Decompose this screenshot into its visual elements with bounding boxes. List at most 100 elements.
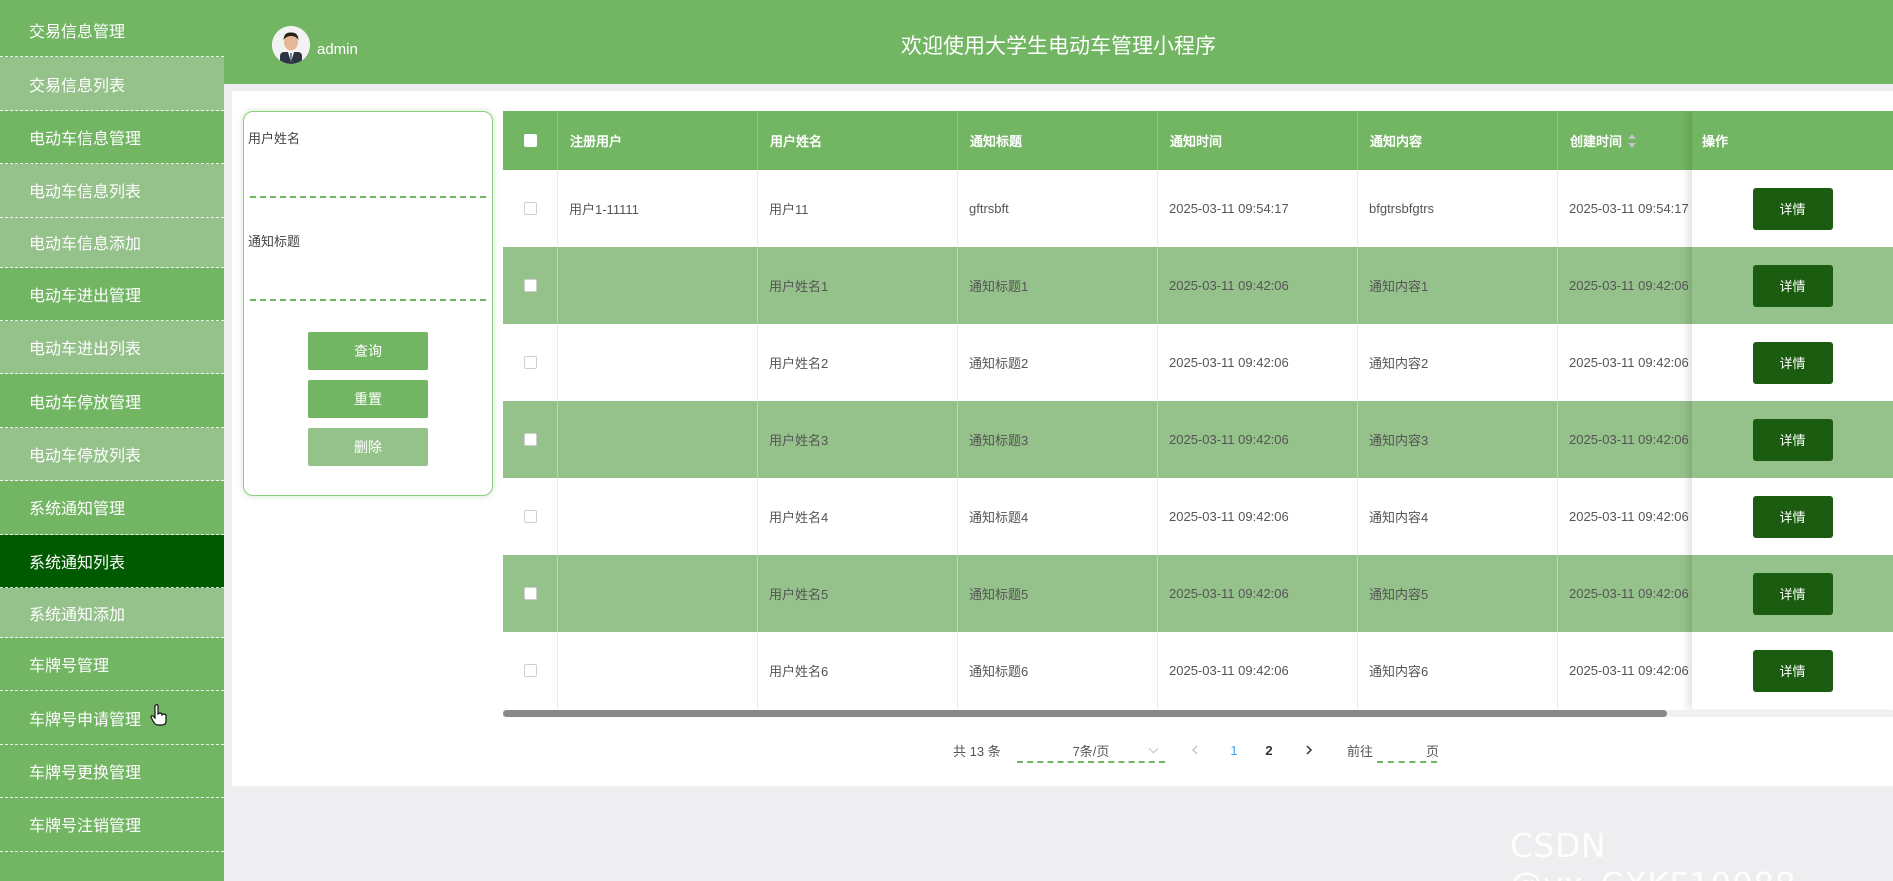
col-header-content: 通知内容	[1358, 111, 1558, 170]
reset-button[interactable]: 重置	[308, 380, 428, 418]
app-title: 欢迎使用大学生电动车管理小程序	[901, 34, 1216, 58]
sidebar-item-label: 车牌号更换管理	[29, 764, 142, 782]
table-row: 用户姓名1 通知标题1 2025-03-11 09:42:06 通知内容1 2025-0…	[503, 247, 1893, 324]
sidebar-item-2[interactable]: 电动车信息管理	[0, 110, 224, 165]
cell-content: 通知内容4	[1358, 478, 1558, 555]
prev-page-button[interactable]	[1183, 738, 1207, 762]
cell-user: 用户1-11111	[558, 170, 758, 247]
detail-button[interactable]: 详情	[1752, 572, 1833, 615]
watermark: CSDN @vx_CXKF10088	[1510, 826, 1796, 881]
row-checkbox[interactable]	[523, 279, 537, 292]
action-cell: 详情	[1692, 555, 1893, 632]
cell-content: 通知内容3	[1358, 401, 1558, 478]
notice-table: 注册用户 用户姓名 通知标题 通知时间 通知内容 创建时间 用户1-11111 用…	[503, 111, 1893, 717]
detail-button[interactable]: 详情	[1752, 341, 1833, 384]
sidebar-item-12[interactable]: 车牌号管理	[0, 638, 224, 692]
row-checkbox[interactable]	[523, 587, 537, 600]
sidebar-item-1[interactable]: 交易信息列表	[0, 57, 224, 111]
page-size-select[interactable]: 7条/页	[1017, 739, 1165, 763]
sidebar-item-label: 系统通知添加	[29, 606, 126, 624]
sidebar-item-label: 交易信息管理	[29, 24, 126, 42]
query-button[interactable]: 查询	[308, 332, 428, 370]
sidebar-item-label: 电动车停放列表	[29, 447, 142, 465]
sidebar-item-14[interactable]: 车牌号更换管理	[0, 744, 224, 799]
sidebar-item-label: 电动车信息列表	[29, 184, 142, 202]
row-select-cell	[503, 401, 558, 478]
cell-title: 通知标题5	[958, 555, 1158, 632]
table-row: 用户姓名3 通知标题3 2025-03-11 09:42:06 通知内容3 2025-0…	[503, 401, 1893, 478]
sidebar-item-9[interactable]: 系统通知管理	[0, 481, 224, 535]
detail-button[interactable]: 详情	[1752, 649, 1833, 692]
sidebar-item-label: 电动车停放管理	[29, 394, 142, 412]
detail-button[interactable]: 详情	[1752, 264, 1833, 307]
goto-suffix: 页	[1426, 743, 1440, 759]
sidebar-item-11[interactable]: 系统通知添加	[0, 588, 224, 638]
detail-button[interactable]: 详情	[1752, 418, 1833, 461]
row-checkbox[interactable]	[523, 664, 537, 677]
username-field-label: 用户姓名	[248, 131, 301, 146]
next-page-button[interactable]	[1297, 738, 1321, 762]
cell-time: 2025-03-11 09:42:06	[1158, 478, 1358, 555]
detail-button[interactable]: 详情	[1752, 187, 1833, 230]
row-checkbox[interactable]	[523, 202, 537, 215]
cell-name: 用户姓名6	[758, 632, 958, 709]
col-header-user: 注册用户	[558, 111, 758, 170]
sidebar-item-3[interactable]: 电动车信息列表	[0, 164, 224, 218]
chevron-right-icon	[1306, 745, 1313, 755]
sidebar-item-4[interactable]: 电动车信息添加	[0, 217, 224, 268]
sidebar-item-0[interactable]: 交易信息管理	[0, 4, 224, 58]
cell-user	[558, 478, 758, 555]
cell-title: 通知标题3	[958, 401, 1158, 478]
row-checkbox[interactable]	[523, 356, 537, 369]
sidebar-item-label: 电动车信息管理	[29, 130, 142, 148]
sidebar-item-15[interactable]: 车牌号注销管理	[0, 798, 224, 852]
table-row: 用户姓名4 通知标题4 2025-03-11 09:42:06 通知内容4 2025-0…	[503, 478, 1893, 555]
action-cell: 详情	[1692, 401, 1893, 478]
table-row: 用户姓名5 通知标题5 2025-03-11 09:42:06 通知内容5 2025-0…	[503, 555, 1893, 632]
row-select-cell	[503, 324, 558, 401]
select-all-checkbox[interactable]	[523, 134, 537, 147]
col-header-name: 用户姓名	[758, 111, 958, 170]
row-checkbox[interactable]	[523, 510, 537, 523]
cell-title: 通知标题4	[958, 478, 1158, 555]
sidebar-item-10[interactable]: 系统通知列表	[0, 534, 224, 588]
col-header-action: 操作	[1692, 111, 1893, 170]
cell-title: 通知标题2	[958, 324, 1158, 401]
sidebar-item-7[interactable]: 电动车停放管理	[0, 374, 224, 428]
select-all-cell	[503, 111, 558, 170]
sidebar-item-label: 车牌号注销管理	[29, 818, 142, 836]
horizontal-scrollbar-thumb[interactable]	[503, 710, 1667, 717]
table-header: 注册用户 用户姓名 通知标题 通知时间 通知内容 创建时间	[503, 111, 1893, 170]
sidebar-item-label: 车牌号管理	[29, 658, 110, 676]
table-row: 用户1-11111 用户11 gftrsbft 2025-03-11 09:54:17…	[503, 170, 1893, 247]
username-search-input[interactable]	[250, 168, 486, 196]
action-cell: 详情	[1692, 478, 1893, 555]
detail-button[interactable]: 详情	[1752, 495, 1833, 538]
title-field-label: 通知标题	[248, 234, 301, 249]
action-cell: 详情	[1692, 247, 1893, 324]
sidebar-item-13[interactable]: 车牌号申请管理	[0, 691, 224, 745]
sidebar-item-6[interactable]: 电动车进出列表	[0, 321, 224, 375]
row-checkbox[interactable]	[523, 433, 537, 446]
sort-icon[interactable]	[1628, 133, 1637, 148]
sidebar-item-8[interactable]: 电动车停放列表	[0, 427, 224, 482]
cell-content: 通知内容2	[1358, 324, 1558, 401]
cell-name: 用户姓名3	[758, 401, 958, 478]
cell-name: 用户姓名5	[758, 555, 958, 632]
sidebar-item-5[interactable]: 电动车进出管理	[0, 267, 224, 321]
cell-user	[558, 555, 758, 632]
row-select-cell	[503, 478, 558, 555]
cell-time: 2025-03-11 09:42:06	[1158, 555, 1358, 632]
cell-content: 通知内容6	[1358, 632, 1558, 709]
cell-user	[558, 247, 758, 324]
action-cell: 详情	[1692, 632, 1893, 709]
page-2-button[interactable]: 2	[1257, 738, 1281, 762]
delete-button[interactable]: 删除	[308, 428, 428, 466]
title-search-input[interactable]	[250, 271, 486, 299]
cell-time: 2025-03-11 09:42:06	[1158, 247, 1358, 324]
fixed-action-column: 操作 详情 详情 详情 详情 详情 详情 详情	[1692, 111, 1893, 709]
sidebar-item-label: 车牌号申请管理	[29, 711, 142, 729]
page-1-button[interactable]: 1	[1222, 738, 1246, 762]
cell-name: 用户姓名4	[758, 478, 958, 555]
cell-time: 2025-03-11 09:42:06	[1158, 632, 1358, 709]
